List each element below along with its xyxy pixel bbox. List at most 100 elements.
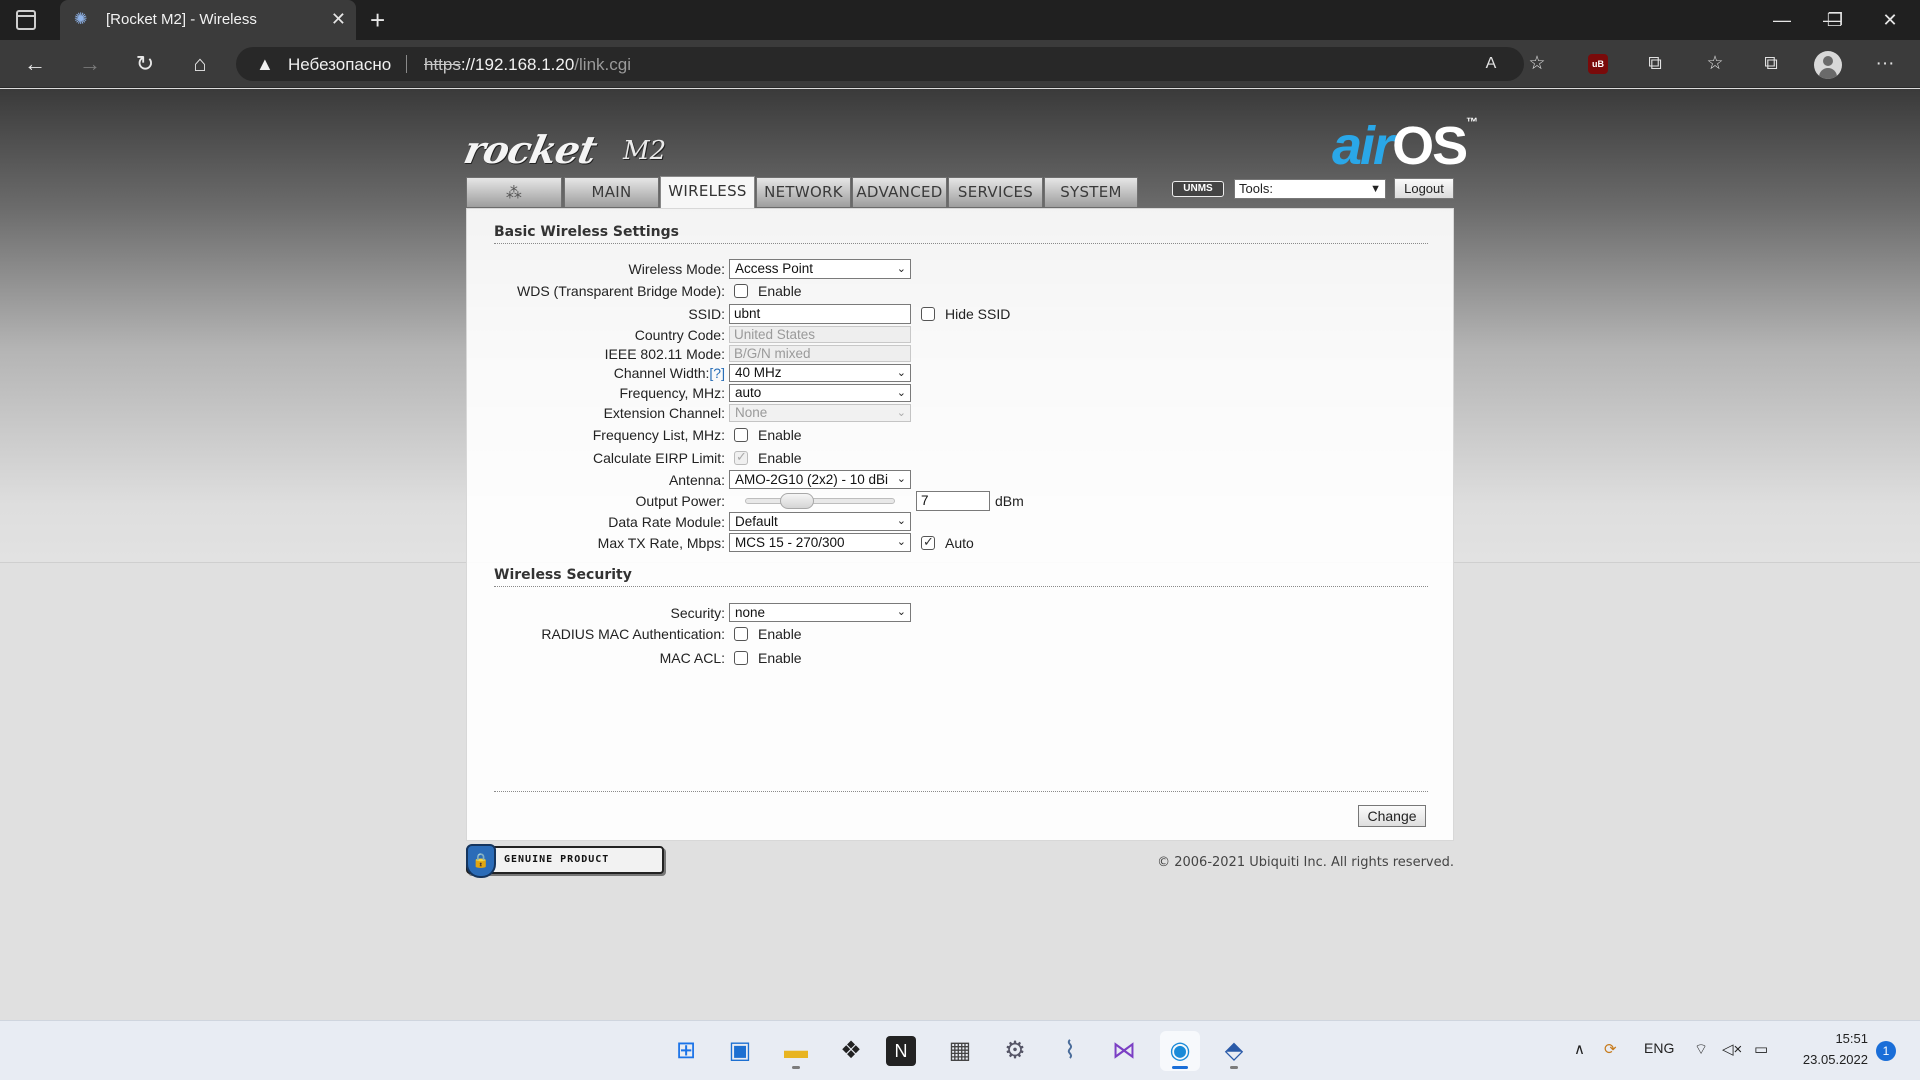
battery-icon[interactable]: ▭	[1754, 1040, 1768, 1058]
mac-acl-checkbox[interactable]	[734, 651, 748, 665]
favorites-icon[interactable]: ☆	[1700, 50, 1730, 78]
profile-avatar[interactable]	[1814, 51, 1842, 79]
sync-icon[interactable]: ⟳	[1604, 1040, 1617, 1058]
extension-channel-label: Extension Channel:	[603, 405, 725, 421]
tab-advanced[interactable]: ADVANCED	[852, 177, 947, 207]
frequency-list-checkbox[interactable]	[734, 428, 748, 442]
tab-system[interactable]: SYSTEM	[1044, 177, 1138, 207]
channel-width-select[interactable]: 40 MHz ⌄	[729, 364, 911, 382]
notification-badge[interactable]: 1	[1876, 1041, 1896, 1061]
tab-main[interactable]: MAIN	[564, 177, 659, 207]
new-tab-button[interactable]: +	[370, 5, 385, 35]
hide-ssid-label: Hide SSID	[945, 306, 1011, 322]
read-aloud-icon[interactable]: A	[1476, 50, 1506, 78]
settings-icon[interactable]: ⚙	[995, 1031, 1035, 1071]
frequency-label: Frequency, MHz:	[619, 385, 725, 401]
mac-acl-enable-label: Enable	[758, 650, 802, 666]
tab-title: [Rocket M2] - Wireless	[106, 11, 257, 28]
frequency-list-label: Frequency List, MHz:	[592, 427, 725, 443]
ssid-input[interactable]: ubnt	[729, 304, 911, 324]
url-host: ://192.168.1.20	[460, 55, 575, 74]
data-rate-module-select[interactable]: Default ⌄	[729, 512, 911, 531]
change-button[interactable]: Change	[1358, 805, 1426, 827]
visual-studio-icon[interactable]: ⋈	[1104, 1031, 1144, 1071]
tab-actions-icon[interactable]	[16, 10, 36, 30]
maximize-window-button[interactable]: ❐	[1815, 6, 1855, 34]
address-bar[interactable]: ▲ Небезопасно https://192.168.1.20/link.…	[236, 47, 1524, 81]
add-favorite-icon[interactable]: ☆	[1522, 50, 1552, 78]
edge-icon[interactable]: ◉	[1160, 1031, 1200, 1071]
max-tx-rate-label: Max TX Rate, Mbps:	[597, 535, 725, 551]
back-arrow-icon[interactable]: ←	[20, 50, 50, 78]
tab-wireless[interactable]: WIRELESS	[660, 176, 755, 208]
output-power-slider-handle[interactable]	[780, 493, 814, 509]
start-icon[interactable]: ⊞	[666, 1031, 706, 1071]
frequency-list-enable-label: Enable	[758, 427, 802, 443]
copyright-text: © 2006-2021 Ubiquiti Inc. All rights res…	[1157, 855, 1454, 870]
eirp-enable-label: Enable	[758, 450, 802, 466]
max-tx-rate-select[interactable]: MCS 15 - 270/300 ⌄	[729, 533, 911, 552]
chevron-up-icon[interactable]: ∧	[1574, 1040, 1585, 1058]
wireless-mode-select[interactable]: Access Point ⌄	[729, 259, 911, 279]
wds-label: WDS (Transparent Bridge Mode):	[517, 283, 725, 299]
close-window-button[interactable]: ✕	[1870, 6, 1910, 34]
clock-time[interactable]: 15:51	[1808, 1031, 1868, 1046]
language-indicator[interactable]: ENG	[1644, 1040, 1674, 1056]
tab-services[interactable]: SERVICES	[948, 177, 1043, 207]
output-power-input[interactable]: 7	[916, 491, 990, 511]
notion-icon[interactable]: N	[886, 1036, 916, 1066]
collections-icon[interactable]: ⧉	[1756, 50, 1786, 78]
tab-close-icon[interactable]: ✕	[331, 9, 346, 29]
url-path: /link.cgi	[574, 55, 631, 74]
file-explorer-icon[interactable]: ▬	[776, 1031, 816, 1071]
ublock-extension-icon[interactable]: uB	[1588, 54, 1608, 74]
web-page: rocket M2 airOS™ ⁂ MAIN WIRELESS NETWORK…	[0, 89, 1920, 1020]
max-tx-auto-checkbox[interactable]	[921, 534, 935, 550]
address-toolbar: ← → ↻ ⌂ ▲ Небезопасно https://192.168.1.…	[0, 40, 1920, 88]
ieee-mode-field: B/G/N mixed	[729, 345, 911, 362]
chevron-down-icon: ⌄	[894, 471, 906, 488]
radius-mac-checkbox[interactable]	[734, 627, 748, 641]
security-status[interactable]: Небезопасно	[288, 55, 391, 75]
tab-ubiquiti-logo[interactable]: ⁂	[466, 177, 562, 207]
genuine-product-badge: 🔒 GENUINE PRODUCT	[466, 844, 664, 878]
home-icon[interactable]: ⌂	[185, 50, 215, 78]
wifi-icon[interactable]: ⌔	[1694, 1040, 1708, 1059]
clock-date[interactable]: 23.05.2022	[1788, 1052, 1868, 1067]
wireless-mode-label: Wireless Mode:	[628, 261, 725, 277]
hide-ssid-checkbox[interactable]	[921, 307, 935, 321]
minimize-window-button[interactable]: —	[1762, 6, 1802, 34]
chevron-down-icon: ⌄	[896, 536, 906, 548]
wds-checkbox[interactable]	[734, 284, 748, 298]
ubiquiti-logo-icon: ⁂	[505, 183, 523, 202]
tools-dropdown[interactable]: Tools: ▼	[1234, 179, 1386, 199]
reload-icon[interactable]: ↻	[130, 50, 160, 78]
forward-arrow-icon[interactable]: →	[75, 50, 105, 78]
winbox-icon[interactable]: ⬘	[1214, 1031, 1254, 1071]
mac-acl-label: MAC ACL:	[659, 650, 725, 666]
tab-network[interactable]: NETWORK	[756, 177, 851, 207]
url-text[interactable]: https://192.168.1.20/link.cgi	[424, 55, 631, 75]
frequency-select[interactable]: auto ⌄	[729, 384, 911, 402]
ssid-label: SSID:	[688, 306, 725, 322]
output-power-slider[interactable]	[745, 493, 895, 509]
channel-width-help-link[interactable]: [?]	[709, 365, 725, 381]
ieee-mode-label: IEEE 802.11 Mode:	[604, 346, 725, 362]
eirp-label: Calculate EIRP Limit:	[592, 450, 725, 466]
resource-monitor-icon[interactable]: ⌇	[1050, 1031, 1090, 1071]
extensions-icon[interactable]: ⧉	[1640, 50, 1670, 78]
security-select[interactable]: none ⌄	[729, 603, 911, 622]
dropbox-icon[interactable]: ❖	[831, 1031, 871, 1071]
calculator-icon[interactable]: ▦	[940, 1031, 980, 1071]
logout-button[interactable]: Logout	[1394, 178, 1454, 199]
security-label: Security:	[670, 605, 725, 621]
browser-tab-active[interactable]: ✺ [Rocket M2] - Wireless ✕	[60, 0, 356, 40]
speaker-muted-icon[interactable]: ◁×	[1722, 1040, 1742, 1058]
unms-badge[interactable]: UNMS	[1172, 181, 1224, 197]
chevron-down-icon: ⌄	[896, 387, 906, 399]
warning-icon[interactable]: ▲	[256, 54, 274, 74]
eirp-checkbox	[734, 449, 748, 465]
more-menu-icon[interactable]: ···	[1870, 50, 1900, 78]
antenna-select[interactable]: AMO-2G10 (2x2) - 10 dBi ⌄	[729, 470, 911, 489]
desktop-icon[interactable]: ▣	[720, 1031, 760, 1071]
